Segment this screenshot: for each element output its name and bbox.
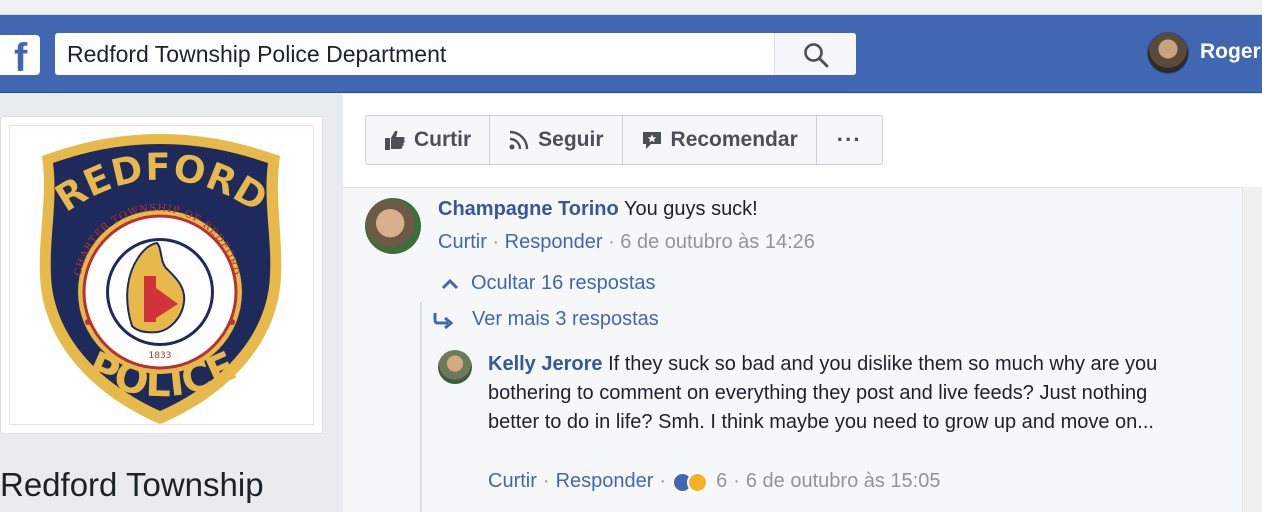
reaction-count[interactable]: 6 [716,470,727,493]
chevron-up-icon [441,278,459,289]
page-actions-group: Curtir Seguir Recomendar ··· [365,115,883,165]
reply-author-link[interactable]: Kelly Jerore [488,353,603,375]
main-column: Curtir Seguir Recomendar ··· Champagne T… [343,94,1262,512]
reply-thread-line [420,302,422,512]
page-sidebar: REDFORD POLICE CHARTER TOWNSHIP OF REDFO… [0,94,343,512]
reply-body: Kelly Jerore If they suck so bad and you… [488,350,1178,437]
page-title[interactable]: Redford Township [0,466,264,504]
follow-page-label: Seguir [538,128,604,151]
recommend-page-button[interactable]: Recomendar [623,116,817,164]
comments-section: Champagne Torino You guys suck! Curtir ·… [343,188,1242,512]
like-page-label: Curtir [414,128,472,151]
search-input[interactable]: Redford Township Police Department [67,33,446,75]
profile-picture[interactable]: REDFORD POLICE CHARTER TOWNSHIP OF REDFO… [9,125,314,425]
user-avatar[interactable] [1147,32,1189,74]
top-navigation-bar: f Redford Township Police Department Rog… [0,15,1262,93]
profile-picture-card: REDFORD POLICE CHARTER TOWNSHIP OF REDFO… [0,116,323,434]
page-scrollbar[interactable] [1242,187,1262,512]
browser-tab-strip [0,0,1262,15]
comment-body: Champagne Torino You guys suck! [438,198,758,221]
more-icon: ··· [836,127,862,152]
thumbs-up-icon [385,130,405,150]
reply-reply-link[interactable]: Responder [556,470,654,493]
police-badge-logo: REDFORD POLICE CHARTER TOWNSHIP OF REDFO… [39,134,282,424]
search-button[interactable] [774,33,856,75]
more-replies-link[interactable]: Ver mais 3 respostas [432,308,659,331]
rss-icon [509,130,529,150]
search-bar[interactable]: Redford Township Police Department [55,33,856,75]
recommend-icon [642,132,661,149]
reply-like-link[interactable]: Curtir [488,470,537,493]
haha-reaction-icon [687,471,709,493]
user-name-link[interactable]: Roger [1200,40,1261,64]
reply-meta: Curtir · Responder · 6 · 6 de outubro às 15… [488,470,941,493]
hide-replies-link[interactable]: Ocultar 16 respostas [441,272,656,295]
page-action-bar: Curtir Seguir Recomendar ··· [343,94,1262,188]
facebook-logo-icon[interactable]: f [0,35,40,80]
comment-timestamp[interactable]: 6 de outubro às 14:26 [620,231,815,253]
logo-year-text: 1833 [149,351,172,361]
hide-replies-label: Ocultar 16 respostas [471,272,656,294]
comment-author-link[interactable]: Champagne Torino [438,198,619,220]
comment-text: You guys suck! [623,198,758,220]
reply-arrow-icon [433,312,454,329]
reply-timestamp[interactable]: 6 de outubro às 15:05 [746,470,941,493]
more-replies-label: Ver mais 3 respostas [472,308,659,330]
reactions-summary[interactable] [672,471,710,493]
reply-author-avatar[interactable] [438,350,472,384]
follow-page-button[interactable]: Seguir [490,116,623,164]
comment-reply-link[interactable]: Responder [505,231,603,253]
more-options-button[interactable]: ··· [817,116,882,164]
like-page-button[interactable]: Curtir [366,116,491,164]
comment-like-link[interactable]: Curtir [438,231,487,253]
commenter-avatar[interactable] [365,198,421,254]
search-icon [804,43,829,68]
comment-meta: Curtir · Responder · 6 de outubro às 14:… [438,231,815,253]
recommend-page-label: Recomendar [670,128,798,151]
